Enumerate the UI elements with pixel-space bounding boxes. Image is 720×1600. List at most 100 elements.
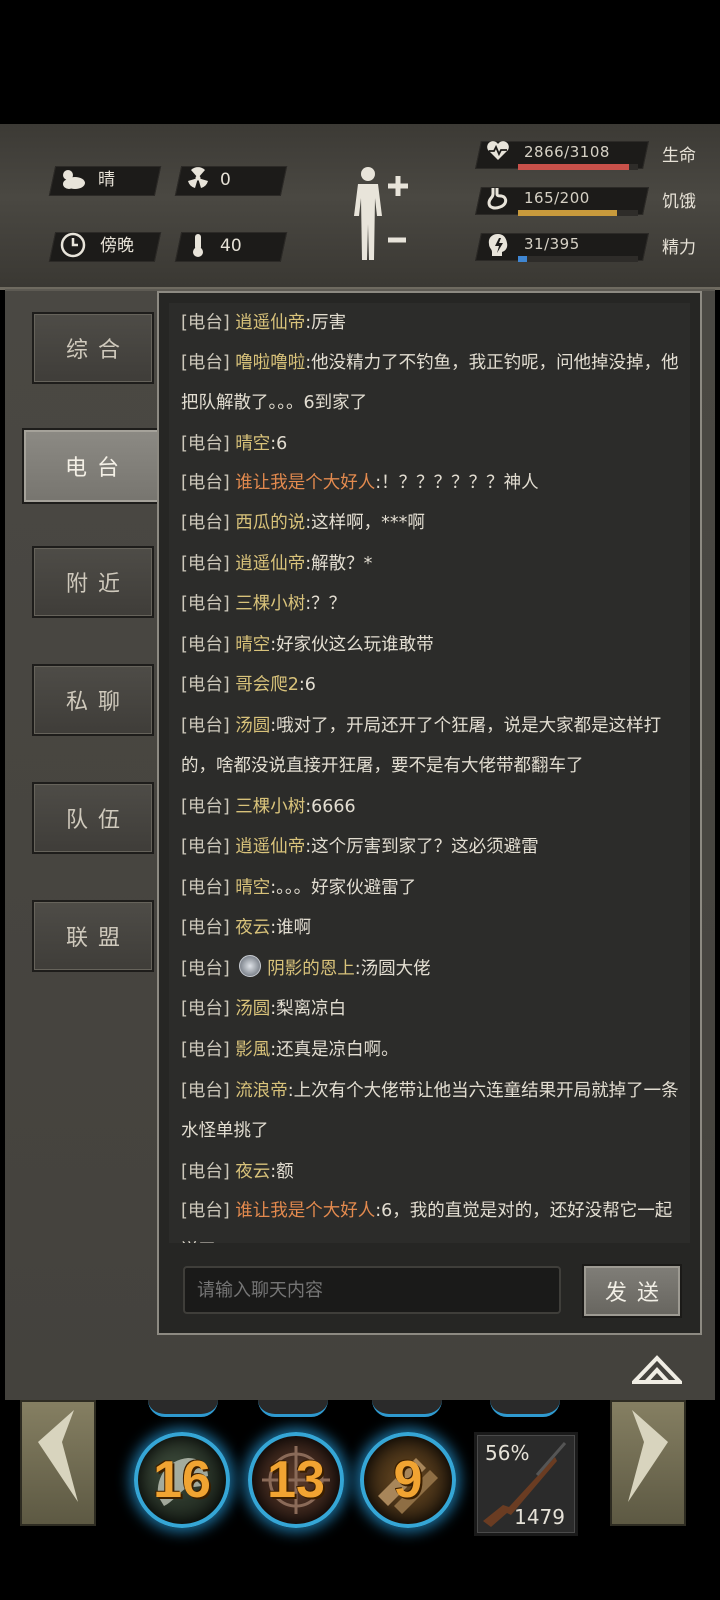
message-sender[interactable]: 晴空 xyxy=(235,878,270,898)
message-text: :这个厉害到家了？这必须避雷 xyxy=(305,837,539,857)
message-sender[interactable]: 晴空 xyxy=(235,434,270,454)
message-text: :好家伙这么玩谁敢带 xyxy=(270,635,434,655)
heart-pulse-icon xyxy=(484,140,512,168)
message-channel: [电台] xyxy=(181,353,236,373)
skill-eagle[interactable]: 16 xyxy=(134,1432,230,1528)
message-channel: [电台] xyxy=(181,554,236,574)
skill-aim[interactable]: 13 xyxy=(248,1432,344,1528)
message-sender[interactable]: 流浪帝 xyxy=(235,1081,288,1101)
chat-message: [电台] 逍遥仙帝:解散？* xyxy=(181,544,686,584)
message-text: :！？？？？？？神人 xyxy=(375,473,539,493)
chat-message: [电台] 晴空:。。。好家伙避雷了 xyxy=(181,868,686,908)
message-text: :6 xyxy=(270,434,288,454)
message-text: :解散？* xyxy=(305,554,373,574)
chat-message: [电台] 西瓜的说:这样啊，***啊 xyxy=(181,503,686,543)
chat-window: [电台] 逍遥仙帝:厉害 [电台] 噜啦噜啦:他没精力了不钓鱼，我正钓呢，问他掉没… xyxy=(157,291,702,1335)
skill-eagle-count: 16 xyxy=(153,1451,211,1509)
chevron-up-icon xyxy=(629,1355,685,1384)
message-sender[interactable]: 汤圆 xyxy=(235,999,270,1019)
next-page-button[interactable] xyxy=(610,1400,686,1526)
message-sender[interactable]: 影風 xyxy=(235,1040,270,1060)
skill-slot-top xyxy=(490,1400,560,1417)
message-sender[interactable]: 西瓜的说 xyxy=(235,513,305,533)
chat-message: [电台] 哥会爬2:6 xyxy=(181,665,686,705)
message-channel: [电台] xyxy=(181,513,236,533)
message-channel: [电台] xyxy=(181,635,236,655)
message-sender[interactable]: 三棵小树 xyxy=(235,594,305,614)
tab-private[interactable]: 私聊 xyxy=(32,664,154,736)
message-channel: [电台] xyxy=(181,716,236,736)
message-sender[interactable]: 谁让我是个大好人 xyxy=(235,473,375,493)
collapse-chat-button[interactable] xyxy=(629,1352,685,1388)
radiation-icon xyxy=(186,166,210,198)
message-channel: [电台] xyxy=(181,434,236,454)
message-sender[interactable]: 晴空 xyxy=(235,635,270,655)
message-channel: [电台] xyxy=(181,1040,236,1060)
temperature-value: 40 xyxy=(220,236,242,256)
message-sender[interactable]: 谁让我是个大好人 xyxy=(235,1201,375,1221)
skill-ammo[interactable]: 9 xyxy=(360,1432,456,1528)
chat-message: [电台] 流浪帝:上次有个大佬带让他当六连童结果开局就掉了一条水怪单挑了 xyxy=(181,1071,686,1151)
tab-nearby[interactable]: 附近 xyxy=(32,546,154,618)
brain-bolt-icon xyxy=(484,232,512,260)
body-status-figure[interactable] xyxy=(350,164,410,268)
chat-message: [电台] 三棵小树:6666 xyxy=(181,787,686,827)
chat-input[interactable] xyxy=(183,1266,561,1314)
chat-message: [电台] 谁让我是个大好人:！？？？？？？神人 xyxy=(181,463,686,503)
energy-label: 精力 xyxy=(662,238,696,258)
message-sender[interactable]: 哥会爬2 xyxy=(235,675,299,695)
message-text: :梨离凉白 xyxy=(270,999,347,1019)
hunger-bar xyxy=(518,210,638,216)
message-text: :汤圆大佬 xyxy=(354,959,431,979)
tab-team[interactable]: 队伍 xyxy=(32,782,154,854)
vip-badge-icon xyxy=(239,955,262,977)
thermometer-icon xyxy=(190,232,206,266)
prev-page-button[interactable] xyxy=(20,1400,96,1526)
message-text: :谁啊 xyxy=(270,918,312,938)
hunger-value: 165/200 xyxy=(524,189,590,207)
life-bar xyxy=(518,164,638,170)
message-sender[interactable]: 三棵小树 xyxy=(235,797,305,817)
weather-label: 晴 xyxy=(98,170,115,190)
message-channel: [电台] xyxy=(181,959,236,979)
cloud-sun-icon xyxy=(58,166,88,200)
chat-message: [电台] 谁让我是个大好人:6，我的直觉是对的，还好没帮它一起送了 xyxy=(181,1191,686,1243)
skill-ammo-count: 9 xyxy=(393,1451,423,1509)
tab-alliance[interactable]: 联盟 xyxy=(32,900,154,972)
chat-message: [电台] 汤圆:梨离凉白 xyxy=(181,989,686,1029)
message-sender[interactable]: 阴影的恩上 xyxy=(267,959,355,979)
chat-message: [电台] 晴空:好家伙这么玩谁敢带 xyxy=(181,625,686,665)
message-sender[interactable]: 逍遥仙帝 xyxy=(235,837,305,857)
message-sender[interactable]: 噜啦噜啦 xyxy=(235,353,305,373)
send-button[interactable]: 发送 xyxy=(582,1264,682,1318)
arrow-left-icon xyxy=(38,1410,78,1502)
message-sender[interactable]: 夜云 xyxy=(235,918,270,938)
chat-message: [电台] 逍遥仙帝:这个厉害到家了？这必须避雷 xyxy=(181,827,686,867)
chat-message: [电台] 汤圆:哦对了，开局还开了个狂屠，说是大家都是这样打的，啥都没说直接开狂… xyxy=(181,706,686,786)
message-channel: [电台] xyxy=(181,473,236,493)
chat-message: [电台] 晴空:6 xyxy=(181,424,686,464)
message-text: :还真是凉白啊。 xyxy=(270,1040,399,1060)
chat-message: [电台] 夜云:额 xyxy=(181,1152,686,1192)
energy-value: 31/395 xyxy=(524,235,580,253)
weapon-ammo-count: 1479 xyxy=(514,1505,565,1529)
weapon-slot[interactable]: 56% 1479 xyxy=(474,1432,578,1536)
arrow-right-icon xyxy=(628,1410,668,1502)
status-hud: 晴 0 傍晚 40 2866/3108 生命 165/200 饥饿 31/395… xyxy=(0,124,720,290)
chat-message: [电台] 夜云:谁啊 xyxy=(181,908,686,948)
tab-radio[interactable]: 电台 xyxy=(22,428,162,504)
message-sender[interactable]: 汤圆 xyxy=(235,716,270,736)
chat-message-list[interactable]: [电台] 逍遥仙帝:厉害 [电台] 噜啦噜啦:他没精力了不钓鱼，我正钓呢，问他掉没… xyxy=(169,303,690,1243)
message-text: :6666 xyxy=(305,797,356,817)
message-sender[interactable]: 逍遥仙帝 xyxy=(235,313,305,333)
message-channel: [电台] xyxy=(181,675,236,695)
tab-general[interactable]: 综合 xyxy=(32,312,154,384)
skill-aim-count: 13 xyxy=(267,1451,325,1509)
message-channel: [电台] xyxy=(181,1162,236,1182)
message-sender[interactable]: 夜云 xyxy=(235,1162,270,1182)
message-text: :厉害 xyxy=(305,313,347,333)
human-body-icon xyxy=(354,167,408,260)
message-sender[interactable]: 逍遥仙帝 xyxy=(235,554,305,574)
life-value: 2866/3108 xyxy=(524,143,610,161)
life-label: 生命 xyxy=(662,146,696,166)
